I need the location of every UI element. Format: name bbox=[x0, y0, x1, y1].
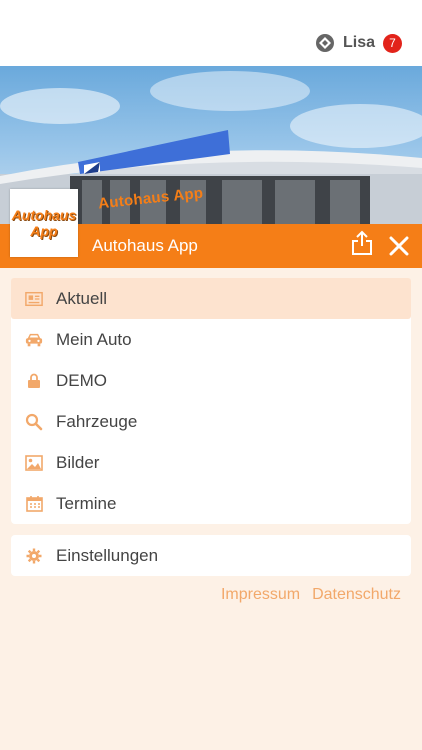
user-account[interactable]: Lisa 7 bbox=[315, 33, 402, 53]
car-icon bbox=[25, 331, 43, 349]
share-icon[interactable] bbox=[351, 230, 373, 256]
gear-icon bbox=[25, 547, 43, 565]
image-icon bbox=[25, 454, 43, 472]
news-icon bbox=[25, 290, 43, 308]
menu-item-label: Aktuell bbox=[56, 288, 108, 308]
menu-item-einstellungen[interactable]: Einstellungen bbox=[11, 535, 411, 576]
footer-links: Impressum Datenschutz bbox=[221, 586, 401, 604]
menu-item-bilder[interactable]: Bilder bbox=[11, 442, 411, 483]
menu-item-label: Einstellungen bbox=[56, 545, 159, 565]
lock-icon bbox=[25, 372, 43, 390]
datenschutz-link[interactable]: Datenschutz bbox=[312, 586, 401, 604]
calendar-icon bbox=[25, 495, 43, 513]
user-name: Lisa bbox=[342, 34, 375, 51]
menu-item-fahrzeuge[interactable]: Fahrzeuge bbox=[11, 401, 411, 442]
settings-card: Einstellungen bbox=[11, 535, 411, 576]
menu-item-termine[interactable]: Termine bbox=[11, 483, 411, 524]
notification-badge: 7 bbox=[383, 33, 402, 53]
menu-item-label: Termine bbox=[56, 493, 117, 513]
app-title: Autohaus App bbox=[92, 236, 198, 255]
menu-item-aktuell[interactable]: Aktuell bbox=[11, 278, 411, 319]
impressum-link[interactable]: Impressum bbox=[221, 586, 300, 604]
logo-text-line2: App bbox=[30, 223, 58, 239]
user-status-icon bbox=[315, 34, 334, 52]
menu-item-label: Mein Auto bbox=[56, 329, 132, 349]
top-bar: Lisa 7 bbox=[0, 0, 422, 66]
close-icon[interactable] bbox=[389, 236, 409, 256]
menu-list: Aktuell Mein Auto DEMO Fahrzeuge Bilder … bbox=[11, 278, 411, 524]
search-icon bbox=[25, 413, 43, 431]
menu-item-mein-auto[interactable]: Mein Auto bbox=[11, 319, 411, 360]
menu-item-demo[interactable]: DEMO bbox=[11, 360, 411, 401]
app-logo: Autohaus App bbox=[10, 189, 78, 257]
menu-item-label: Fahrzeuge bbox=[56, 411, 138, 431]
menu-item-label: Bilder bbox=[56, 452, 100, 472]
menu-item-label: DEMO bbox=[56, 370, 107, 390]
logo-text-line1: Autohaus bbox=[11, 207, 77, 223]
